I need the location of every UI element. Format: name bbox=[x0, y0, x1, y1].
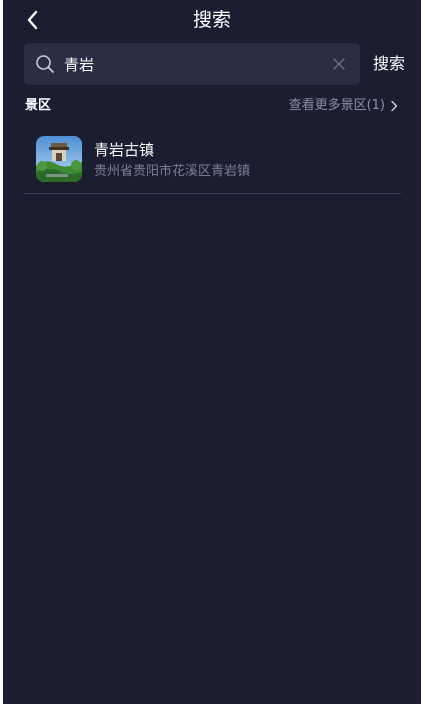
section-title: 景区 bbox=[25, 98, 52, 113]
clear-icon[interactable] bbox=[330, 55, 348, 73]
more-scenic-label: 查看更多景区(1) bbox=[288, 98, 385, 113]
chevron-right-icon bbox=[391, 100, 398, 112]
search-screen: 搜索 搜索 景区 查看更多景区(1) bbox=[3, 0, 421, 704]
search-input[interactable] bbox=[64, 43, 314, 85]
header: 搜索 bbox=[3, 0, 421, 40]
result-address: 贵州省贵阳市花溪区青岩镇 bbox=[94, 164, 251, 179]
search-box[interactable] bbox=[24, 43, 360, 85]
result-name: 青岩古镇 bbox=[94, 141, 155, 159]
more-scenic-link[interactable]: 查看更多景区(1) bbox=[289, 97, 399, 115]
result-item[interactable]: 青岩古镇 贵州省贵阳市花溪区青岩镇 bbox=[24, 130, 401, 194]
page-title: 搜索 bbox=[192, 9, 231, 31]
search-icon bbox=[36, 55, 54, 73]
scenic-thumbnail bbox=[36, 136, 82, 182]
search-button[interactable]: 搜索 bbox=[373, 53, 405, 75]
